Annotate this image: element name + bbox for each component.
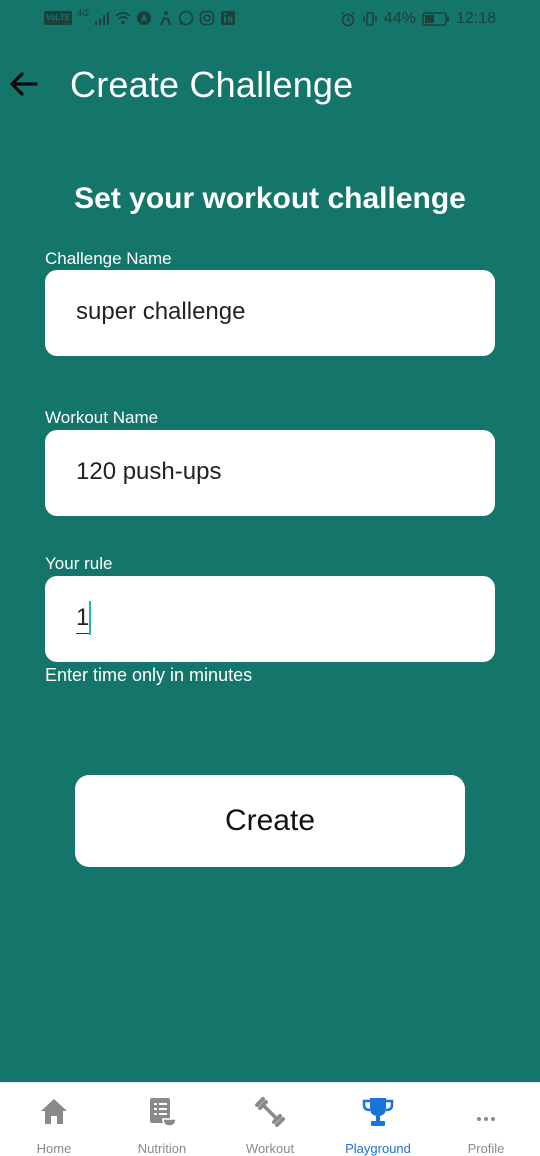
nav-item-playground[interactable]: Playground	[324, 1083, 432, 1156]
nutrition-icon	[150, 1098, 177, 1127]
nav-label-nutrition: Nutrition	[137, 1141, 187, 1156]
battery-icon	[422, 12, 449, 26]
instagram-icon	[199, 10, 215, 26]
nav-label-playground: Playground	[345, 1141, 411, 1156]
page-title: Create Challenge	[70, 64, 354, 105]
nav-item-home[interactable]: Home	[0, 1083, 108, 1156]
status-bar: VoLTE 4G 44% 12:18	[0, 0, 540, 40]
nav-item-nutrition[interactable]: Nutrition	[108, 1083, 216, 1156]
rule-label: Your rule	[45, 554, 113, 573]
signal-icon	[95, 12, 110, 25]
challenge-name-label: Challenge Name	[45, 249, 172, 268]
battery-percent: 44%	[383, 10, 416, 27]
app-header: Create Challenge	[0, 52, 540, 116]
vibrate-icon	[363, 12, 377, 26]
status-left: VoLTE 4G	[44, 8, 236, 26]
text-cursor	[89, 601, 91, 635]
whatsapp-icon	[178, 10, 194, 26]
alarm-icon	[341, 11, 355, 27]
status-right: 44% 12:18	[340, 10, 496, 28]
wifi-icon	[115, 12, 131, 25]
bottom-navigation: Home Nutrition Workout Playground Profil…	[0, 1082, 540, 1156]
nav-item-workout[interactable]: Workout	[216, 1083, 324, 1156]
challenge-name-field[interactable]: super challenge	[45, 270, 495, 356]
home-icon	[41, 1099, 67, 1124]
nav-label-home: Home	[36, 1141, 72, 1156]
nav-item-profile[interactable]: Profile	[432, 1083, 540, 1156]
rule-value: 1	[76, 604, 90, 631]
network-type: 4G	[77, 8, 90, 18]
rule-helper-text: Enter time only in minutes	[45, 665, 253, 685]
workout-name-value: 120 push-ups	[76, 458, 222, 485]
clock: 12:18	[455, 10, 496, 27]
workout-name-field[interactable]: 120 push-ups	[45, 430, 495, 516]
navigation-app-icon	[137, 11, 152, 25]
more-icon	[477, 1117, 495, 1121]
trophy-icon	[362, 1098, 394, 1126]
fitness-app-icon	[160, 11, 172, 26]
create-button-label: Create	[224, 804, 316, 837]
form-subtitle: Set your workout challenge	[74, 182, 466, 215]
nav-label-workout: Workout	[245, 1141, 295, 1156]
back-arrow-icon	[10, 72, 38, 96]
volte-badge: VoLTE	[44, 11, 73, 25]
workout-name-label: Workout Name	[45, 408, 159, 427]
challenge-name-value: super challenge	[76, 298, 246, 325]
linkedin-icon	[221, 11, 236, 25]
create-button[interactable]: Create	[75, 775, 465, 867]
rule-field[interactable]: 1	[45, 576, 495, 662]
back-button[interactable]	[6, 66, 42, 102]
nav-label-profile: Profile	[467, 1141, 505, 1156]
composing-underline	[76, 633, 90, 634]
dumbbell-icon	[255, 1097, 285, 1127]
